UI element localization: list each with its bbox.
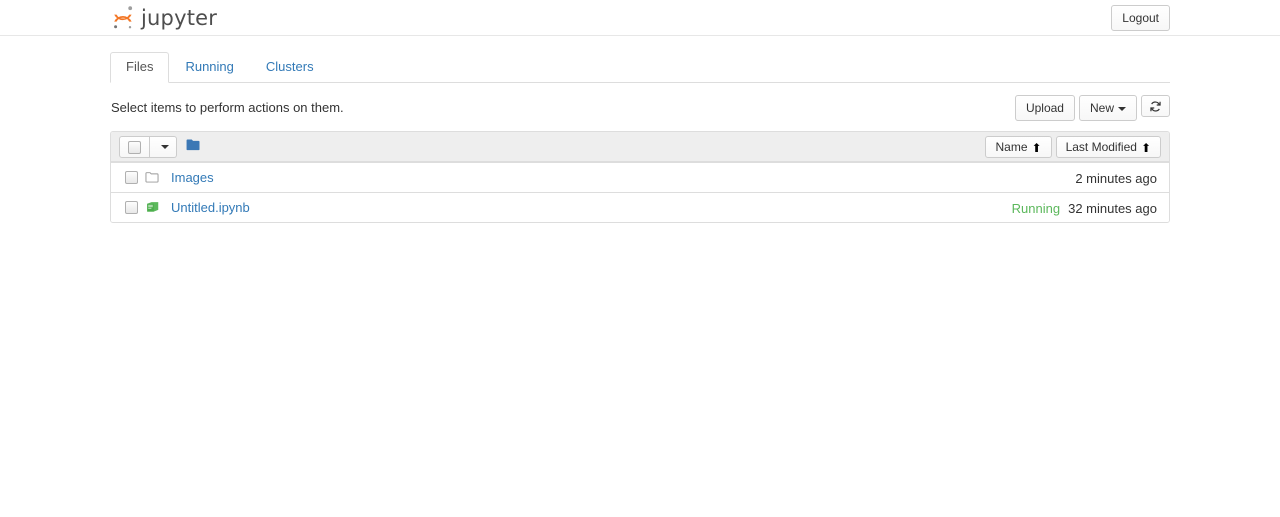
refresh-button[interactable] [1141,95,1170,117]
folder-open-icon [186,138,201,155]
caret-down-icon [161,145,169,149]
caret-down-icon [1118,106,1126,111]
tab-files-link[interactable]: Files [110,52,170,83]
upload-button[interactable]: Upload [1014,95,1075,122]
logout-button[interactable]: Logout [1111,5,1170,32]
tab-clusters[interactable]: Clusters [250,52,330,83]
sort-ascending-icon: ⬆ [1031,140,1042,155]
modified-time: 2 minutes ago [1075,170,1157,186]
sort-by-name-button[interactable]: Name ⬆ [985,136,1052,158]
notebook-icon [145,201,167,214]
file-list-header: Name ⬆ Last Modified ⬆ [111,132,1169,162]
new-dropdown-button[interactable]: New [1078,95,1137,122]
sort-modified-label: Last Modified [1065,139,1137,154]
row-meta: 2 minutes ago [1067,163,1157,193]
row-checkbox-wrap [119,201,141,214]
row-checkbox[interactable] [125,201,138,214]
file-link[interactable]: Untitled.ipynb [171,200,250,215]
row-checkbox-wrap [119,171,141,184]
breadcrumb[interactable] [186,138,201,155]
selection-hint-text: Select items to perform actions on them. [111,100,344,115]
select-all-button[interactable] [119,135,150,158]
select-all-dropdown-button[interactable] [150,135,177,158]
jupyter-logo-link[interactable]: jupyter [110,1,217,35]
running-status: Running [1011,200,1061,216]
jupyter-logo-icon [110,5,136,31]
modified-time: 32 minutes ago [1068,200,1157,216]
tab-clusters-link[interactable]: Clusters [250,52,330,83]
refresh-icon [1149,100,1162,113]
select-all-group [119,135,177,158]
table-row[interactable]: Images 2 minutes ago [111,162,1169,192]
jupyter-logo-text: jupyter [141,5,218,30]
tab-files[interactable]: Files [110,52,170,83]
table-row[interactable]: Untitled.ipynb Running 32 minutes ago [111,192,1169,222]
sort-name-label: Name [995,139,1028,154]
main-content: Files Running Clusters Select items to p… [110,36,1170,223]
sort-controls: Name ⬆ Last Modified ⬆ [981,136,1161,158]
tab-running-link[interactable]: Running [169,52,249,83]
file-list-panel: Name ⬆ Last Modified ⬆ Images 2 minutes … [110,131,1170,223]
row-checkbox[interactable] [125,171,138,184]
select-all-checkbox[interactable] [128,140,141,154]
tree-toolbar: Select items to perform actions on them.… [110,95,1170,125]
sort-ascending-icon: ⬆ [1140,140,1151,155]
main-tab-bar: Files Running Clusters [110,52,1170,83]
folder-icon [145,171,167,184]
sort-by-modified-button[interactable]: Last Modified ⬆ [1055,136,1161,158]
row-meta: Running 32 minutes ago [1011,193,1157,222]
page-header: jupyter Logout [0,0,1280,36]
new-dropdown-label: New [1089,101,1114,115]
tab-running[interactable]: Running [169,52,249,83]
file-link[interactable]: Images [171,170,214,185]
